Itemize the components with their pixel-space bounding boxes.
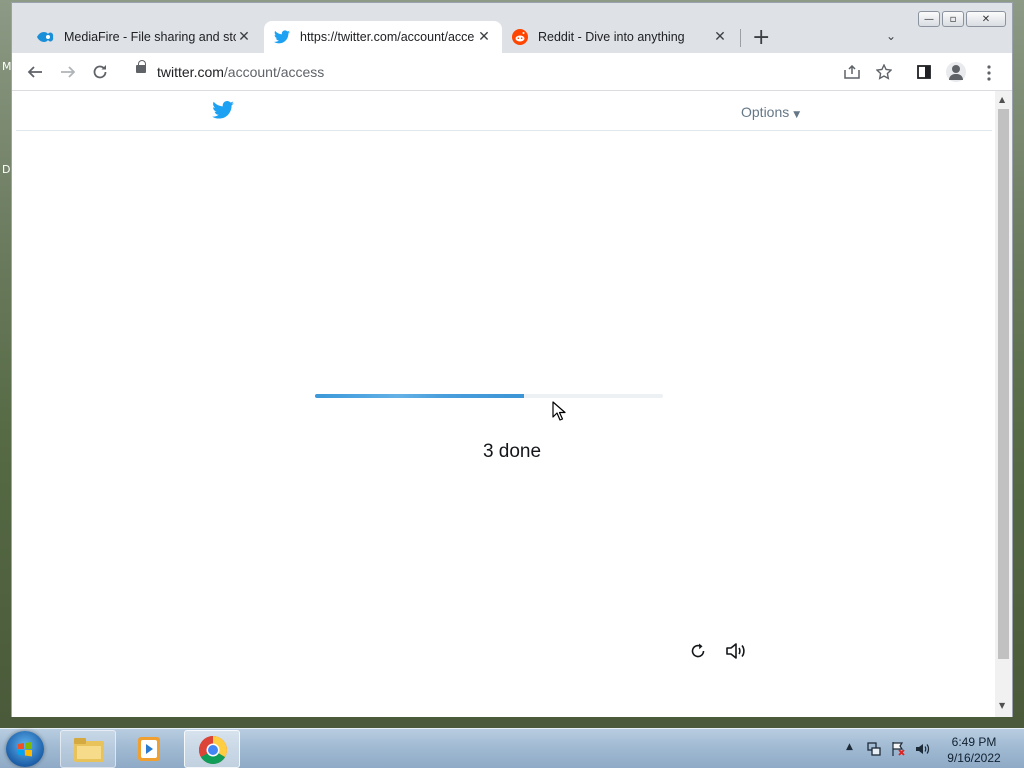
tab-strip: — ▫ ✕ MediaFire - File sharing and stora… [12, 3, 1012, 53]
progress-fill [315, 394, 524, 398]
taskbar-chrome[interactable] [184, 730, 240, 768]
windows-logo-icon [18, 742, 32, 757]
url-path: /account/access [223, 64, 325, 80]
scroll-up-arrow-icon[interactable]: ▲ [999, 95, 1005, 104]
network-icon[interactable] [866, 741, 882, 757]
tab-separator [740, 29, 741, 47]
options-dropdown[interactable]: Options ▼ [741, 104, 800, 120]
taskbar: ▲ 6:49 PM 9/16/2022 [0, 728, 1024, 768]
close-tab-icon[interactable]: ✕ [476, 29, 492, 45]
audio-icon[interactable] [725, 641, 749, 661]
forward-arrow-icon[interactable] [60, 64, 76, 80]
tab-reddit[interactable]: Reddit - Dive into anything ✕ [502, 21, 738, 53]
address-bar[interactable]: twitter.com/account/access [157, 64, 324, 80]
page-header: Options ▼ [16, 91, 992, 131]
start-button[interactable] [6, 731, 44, 767]
twitter-logo-icon[interactable] [212, 101, 234, 119]
taskbar-explorer[interactable] [60, 730, 116, 768]
maximize-button[interactable]: ▫ [942, 11, 964, 27]
close-tab-icon[interactable]: ✕ [236, 29, 252, 45]
page-scrollbar[interactable]: ▲ ▼ [995, 91, 1012, 717]
browser-toolbar: twitter.com/account/access [12, 53, 1012, 91]
show-hidden-icons-icon[interactable]: ▲ [846, 742, 853, 752]
tab-twitter[interactable]: https://twitter.com/account/acce ✕ [264, 21, 502, 53]
url-host: twitter.com [157, 64, 224, 80]
chrome-icon [199, 736, 227, 764]
bookmark-star-icon[interactable] [876, 64, 892, 80]
progress-status-text: 3 done [482, 441, 542, 462]
share-icon[interactable] [844, 65, 860, 79]
window-controls: — ▫ ✕ [918, 11, 1006, 27]
tab-title: MediaFire - File sharing and stora [64, 30, 236, 44]
reload-icon[interactable] [688, 641, 708, 661]
profile-avatar-icon[interactable] [946, 62, 966, 82]
volume-icon[interactable] [914, 741, 930, 757]
tab-search-button[interactable]: ⌄ [886, 29, 896, 43]
media-player-icon [138, 737, 160, 761]
scrollbar-thumb[interactable] [998, 109, 1009, 659]
mouse-cursor-icon [552, 401, 566, 421]
clock-date: 9/16/2022 [947, 751, 1001, 765]
browser-window: — ▫ ✕ MediaFire - File sharing and stora… [11, 2, 1013, 717]
system-clock[interactable]: 6:49 PM 9/16/2022 [938, 734, 1010, 766]
tab-title: Reddit - Dive into anything [538, 30, 685, 44]
scroll-down-arrow-icon[interactable]: ▼ [999, 701, 1005, 710]
twitter-bird-icon [274, 30, 290, 44]
reddit-icon [512, 29, 528, 45]
tab-title: https://twitter.com/account/acce [300, 30, 475, 44]
action-center-flag-icon[interactable] [890, 741, 906, 757]
mediafire-icon [37, 32, 54, 42]
close-window-button[interactable]: ✕ [966, 11, 1006, 27]
caret-down-icon: ▼ [793, 110, 801, 120]
page-viewport: Options ▼ 3 done [12, 91, 995, 717]
lock-icon[interactable] [136, 60, 146, 73]
side-panel-icon[interactable] [917, 65, 931, 79]
close-tab-icon[interactable]: ✕ [712, 29, 728, 45]
options-label: Options [741, 104, 790, 120]
more-menu-icon[interactable] [986, 65, 992, 81]
progress-bar [315, 394, 663, 398]
back-arrow-icon[interactable] [27, 64, 43, 80]
clock-time: 6:49 PM [951, 735, 997, 749]
new-tab-button[interactable]: + [752, 25, 770, 50]
explorer-icon [74, 738, 104, 762]
reload-page-icon[interactable] [92, 64, 108, 80]
minimize-button[interactable]: — [918, 11, 940, 27]
desktop-icon-label: D [2, 163, 11, 176]
taskbar-media-player[interactable] [121, 730, 177, 768]
tab-mediafire[interactable]: MediaFire - File sharing and stora ✕ [26, 21, 262, 53]
